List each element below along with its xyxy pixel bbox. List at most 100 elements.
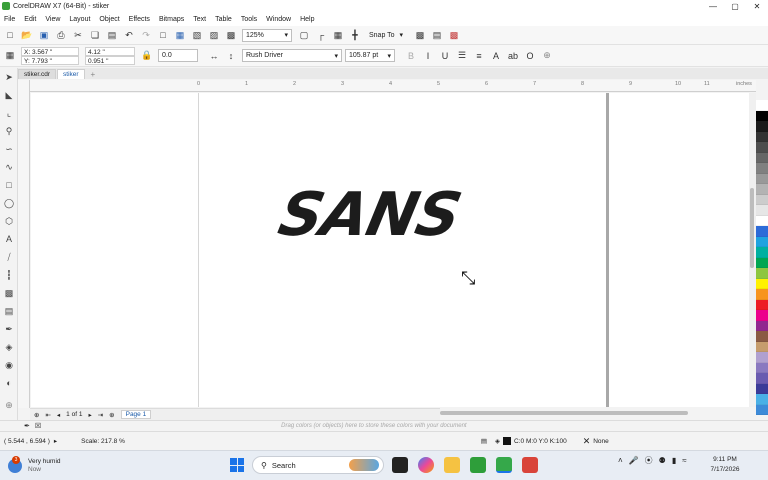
palette-swatch[interactable]	[756, 173, 768, 184]
underline-icon[interactable]: U	[439, 50, 451, 62]
palette-swatch[interactable]	[756, 247, 768, 258]
full-screen-icon[interactable]: ▢	[298, 29, 310, 41]
snap-to-dropdown[interactable]: Snap To ▾	[366, 29, 406, 42]
fill-color-swatch[interactable]	[503, 437, 512, 445]
welcome-screen-icon[interactable]: ▩	[448, 29, 460, 41]
palette-swatch[interactable]	[756, 163, 768, 174]
font-list-dropdown[interactable]: Rush Driver ▾	[242, 49, 342, 62]
interactive-opentype-icon[interactable]: O	[524, 50, 536, 62]
palette-swatch[interactable]	[756, 152, 768, 163]
no-color-swatch[interactable]: ☒	[35, 422, 41, 430]
headset-icon[interactable]: ⚉	[659, 456, 666, 465]
file-explorer-icon[interactable]	[444, 457, 460, 473]
menu-view[interactable]: View	[45, 16, 60, 23]
ellipse-tool-icon[interactable]: ◯	[0, 194, 18, 212]
palette-swatch[interactable]	[756, 110, 768, 121]
last-page-icon[interactable]: ⇥	[98, 411, 103, 419]
add-tool-icon[interactable]: ⊕	[0, 396, 18, 414]
freehand-tool-icon[interactable]: ∽	[0, 140, 18, 158]
chevron-up-icon[interactable]: ˄	[618, 456, 623, 465]
status-arrow-icon[interactable]: ▸	[54, 437, 57, 445]
rotation-field[interactable]: 0.0	[158, 49, 198, 62]
drop-shadow-tool-icon[interactable]: ▩	[0, 284, 18, 302]
menu-layout[interactable]: Layout	[69, 16, 90, 23]
close-button[interactable]: ✕	[746, 2, 768, 11]
coreldraw-active-taskbar-icon[interactable]	[496, 457, 512, 473]
palette-swatch[interactable]	[756, 383, 768, 394]
drawing-canvas[interactable]	[31, 93, 749, 407]
wifi-icon[interactable]: ≈	[682, 456, 686, 465]
document-palette[interactable]: ✒ ☒ Drag colors (or objects) here to sto…	[0, 420, 768, 431]
horizontal-ruler[interactable]: 0 1 2 3 4 5 6 7 8 9 10 11 inches	[30, 80, 756, 92]
polygon-tool-icon[interactable]: ⬡	[0, 212, 18, 230]
minimize-button[interactable]: —	[702, 2, 724, 11]
save-icon[interactable]: ▣	[38, 29, 50, 41]
first-page-icon[interactable]: ⇤	[45, 411, 50, 419]
corel-photopaint-taskbar-icon[interactable]	[522, 457, 538, 473]
search-content-icon[interactable]: □	[157, 29, 169, 41]
palette-swatch[interactable]	[756, 289, 768, 300]
mirror-vertical-icon[interactable]: ↕	[225, 50, 237, 62]
width-field[interactable]: 4.12 "	[85, 46, 135, 56]
x-position-field[interactable]: X: 3.567 "	[21, 46, 79, 56]
interactive-fill-tool-icon[interactable]: ◈	[0, 338, 18, 356]
smart-fill-tool-icon[interactable]: ◉	[0, 356, 18, 374]
vertical-ruler[interactable]	[18, 80, 30, 408]
palette-swatch[interactable]	[756, 194, 768, 205]
lock-ratio-icon[interactable]: 🔒	[141, 50, 153, 62]
export-icon[interactable]: ▧	[191, 29, 203, 41]
palette-swatch[interactable]	[756, 341, 768, 352]
weather-widget[interactable]: 3 Very humid Now	[8, 455, 61, 474]
windows-start-icon[interactable]	[230, 458, 244, 472]
new-tab-icon[interactable]: +	[86, 69, 101, 79]
text-properties-icon[interactable]: A	[490, 50, 502, 62]
tab-stiker-cdr[interactable]: stiker.cdr	[18, 69, 57, 79]
page-tab-1[interactable]: Page 1	[120, 410, 152, 419]
guidelines-icon[interactable]: ╋	[349, 29, 361, 41]
add-icon[interactable]: ⊕	[541, 50, 553, 62]
pick-tool-icon[interactable]: ➤	[0, 68, 18, 86]
zoom-level-dropdown[interactable]: 125% ▾	[242, 28, 292, 42]
copy-icon[interactable]: ❏	[89, 29, 101, 41]
menu-effects[interactable]: Effects	[129, 16, 150, 23]
menu-object[interactable]: Object	[99, 16, 119, 23]
taskbar-search-box[interactable]: ⚲ Search	[252, 456, 384, 474]
palette-swatch[interactable]	[756, 268, 768, 279]
palette-swatch[interactable]	[756, 278, 768, 289]
open-icon[interactable]: 📂	[21, 29, 33, 41]
coreldraw-taskbar-icon[interactable]	[470, 457, 486, 473]
menu-file[interactable]: File	[4, 16, 15, 23]
copilot-app-icon[interactable]	[418, 457, 434, 473]
palette-swatch[interactable]	[756, 310, 768, 321]
corel-connect-icon[interactable]: ▩	[225, 29, 237, 41]
vertical-scrollbar-thumb[interactable]	[750, 188, 754, 268]
palette-swatch[interactable]	[756, 362, 768, 373]
palette-swatch[interactable]	[756, 226, 768, 237]
italic-icon[interactable]: I	[422, 50, 434, 62]
palette-swatch[interactable]	[756, 352, 768, 363]
palette-swatch[interactable]	[756, 100, 768, 111]
vertical-scrollbar[interactable]	[749, 93, 756, 407]
text-tool-icon[interactable]: A	[0, 230, 18, 248]
menu-text[interactable]: Text	[193, 16, 206, 23]
palette-swatch[interactable]	[756, 404, 768, 415]
y-position-field[interactable]: Y: 7.793 "	[21, 55, 79, 65]
crop-tool-icon[interactable]: ⌞	[0, 104, 18, 122]
menu-bitmaps[interactable]: Bitmaps	[159, 16, 184, 23]
palette-swatch[interactable]	[756, 205, 768, 216]
edit-text-icon[interactable]: ab	[507, 50, 519, 62]
menu-help[interactable]: Help	[300, 16, 314, 23]
mirror-horizontal-icon[interactable]: ↔	[208, 50, 220, 62]
paste-icon[interactable]: ▤	[106, 29, 118, 41]
palette-swatch[interactable]	[756, 121, 768, 132]
battery-icon[interactable]: ▮	[672, 456, 676, 465]
prev-page-icon[interactable]: ◂	[57, 411, 60, 419]
redo-icon[interactable]: ↷	[140, 29, 152, 41]
connector-tool-icon[interactable]: ┇	[0, 266, 18, 284]
palette-swatch[interactable]	[756, 184, 768, 195]
sans-text-object[interactable]: SANS	[268, 181, 468, 250]
maximize-button[interactable]: ▢	[724, 2, 746, 11]
hotspot-icon[interactable]: ⦿	[645, 455, 653, 466]
publish-pdf-icon[interactable]: ▨	[208, 29, 220, 41]
next-page-icon[interactable]: ▸	[88, 411, 91, 419]
